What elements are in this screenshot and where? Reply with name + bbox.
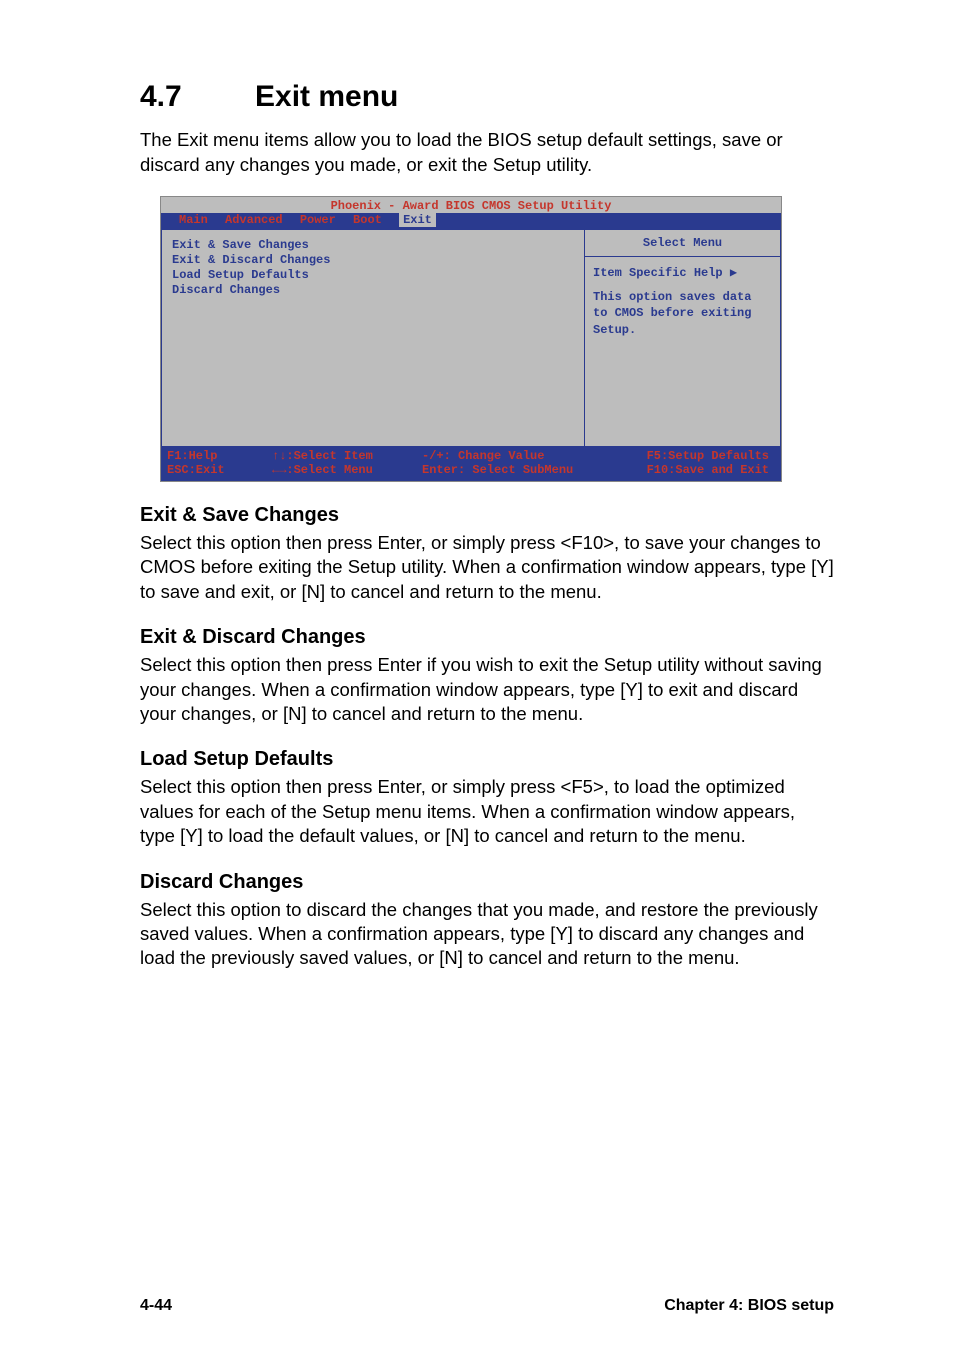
bios-footer: F1:Help ↑↓:Select Item -/+: Change Value… — [161, 447, 781, 481]
bios-tab-power[interactable]: Power — [300, 213, 336, 227]
bios-menu-item[interactable]: Load Setup Defaults — [172, 268, 574, 283]
subsection-body: Select this option then press Enter, or … — [140, 531, 834, 604]
bios-menu-item[interactable]: Exit & Save Changes — [172, 238, 574, 253]
bios-footer-key: ←→:Select Menu — [272, 463, 422, 477]
bios-footer-row: ESC:Exit ←→:Select Menu Enter: Select Su… — [167, 463, 775, 477]
bios-title: Phoenix - Award BIOS CMOS Setup Utility — [161, 197, 781, 213]
bios-window: Phoenix - Award BIOS CMOS Setup Utility … — [160, 196, 782, 482]
bios-tab-bar: Main Advanced Power Boot Exit — [161, 213, 781, 229]
bios-menu-item[interactable]: Exit & Discard Changes — [172, 253, 574, 268]
subsection-body: Select this option then press Enter, or … — [140, 775, 834, 848]
bios-item-specific: Item Specific Help — [593, 265, 772, 281]
bios-footer-key: -/+: Change Value — [422, 449, 622, 463]
section-title: Exit menu — [255, 80, 398, 113]
bios-footer-key: F1:Help — [167, 449, 272, 463]
bios-menu-item[interactable]: Discard Changes — [172, 283, 574, 298]
bios-footer-key: F5:Setup Defaults — [622, 449, 775, 463]
bios-tab-exit[interactable]: Exit — [399, 213, 436, 227]
subsection-heading: Load Setup Defaults — [140, 748, 834, 771]
bios-footer-row: F1:Help ↑↓:Select Item -/+: Change Value… — [167, 449, 775, 463]
intro-paragraph: The Exit menu items allow you to load th… — [140, 128, 834, 178]
bios-menu-list: Exit & Save Changes Exit & Discard Chang… — [161, 229, 585, 447]
bios-help-body: Item Specific Help This option saves dat… — [585, 257, 780, 346]
bios-footer-key: ESC:Exit — [167, 463, 272, 477]
bios-help-text: This option saves data to CMOS before ex… — [593, 289, 772, 338]
page: 4.7Exit menu The Exit menu items allow y… — [0, 0, 954, 1351]
chapter-label: Chapter 4: BIOS setup — [664, 1297, 834, 1315]
subsection-heading: Discard Changes — [140, 871, 834, 894]
page-number: 4-44 — [140, 1297, 172, 1315]
page-footer: 4-44 Chapter 4: BIOS setup — [140, 1297, 834, 1315]
bios-help-panel: Select Menu Item Specific Help This opti… — [585, 229, 781, 447]
bios-tab-boot[interactable]: Boot — [353, 213, 382, 227]
subsection-heading: Exit & Discard Changes — [140, 626, 834, 649]
subsection-heading: Exit & Save Changes — [140, 504, 834, 527]
subsection-body: Select this option then press Enter if y… — [140, 653, 834, 726]
bios-body: Exit & Save Changes Exit & Discard Chang… — [161, 229, 781, 447]
bios-footer-key: ↑↓:Select Item — [272, 449, 422, 463]
bios-help-title: Select Menu — [585, 230, 780, 257]
bios-footer-key: F10:Save and Exit — [622, 463, 775, 477]
bios-tab-advanced[interactable]: Advanced — [225, 213, 283, 227]
subsection-body: Select this option to discard the change… — [140, 898, 834, 971]
spacer — [593, 281, 772, 289]
bios-footer-key: Enter: Select SubMenu — [422, 463, 622, 477]
section-heading: 4.7Exit menu — [140, 80, 834, 114]
section-number: 4.7 — [140, 80, 255, 114]
bios-tab-main[interactable]: Main — [179, 213, 208, 227]
